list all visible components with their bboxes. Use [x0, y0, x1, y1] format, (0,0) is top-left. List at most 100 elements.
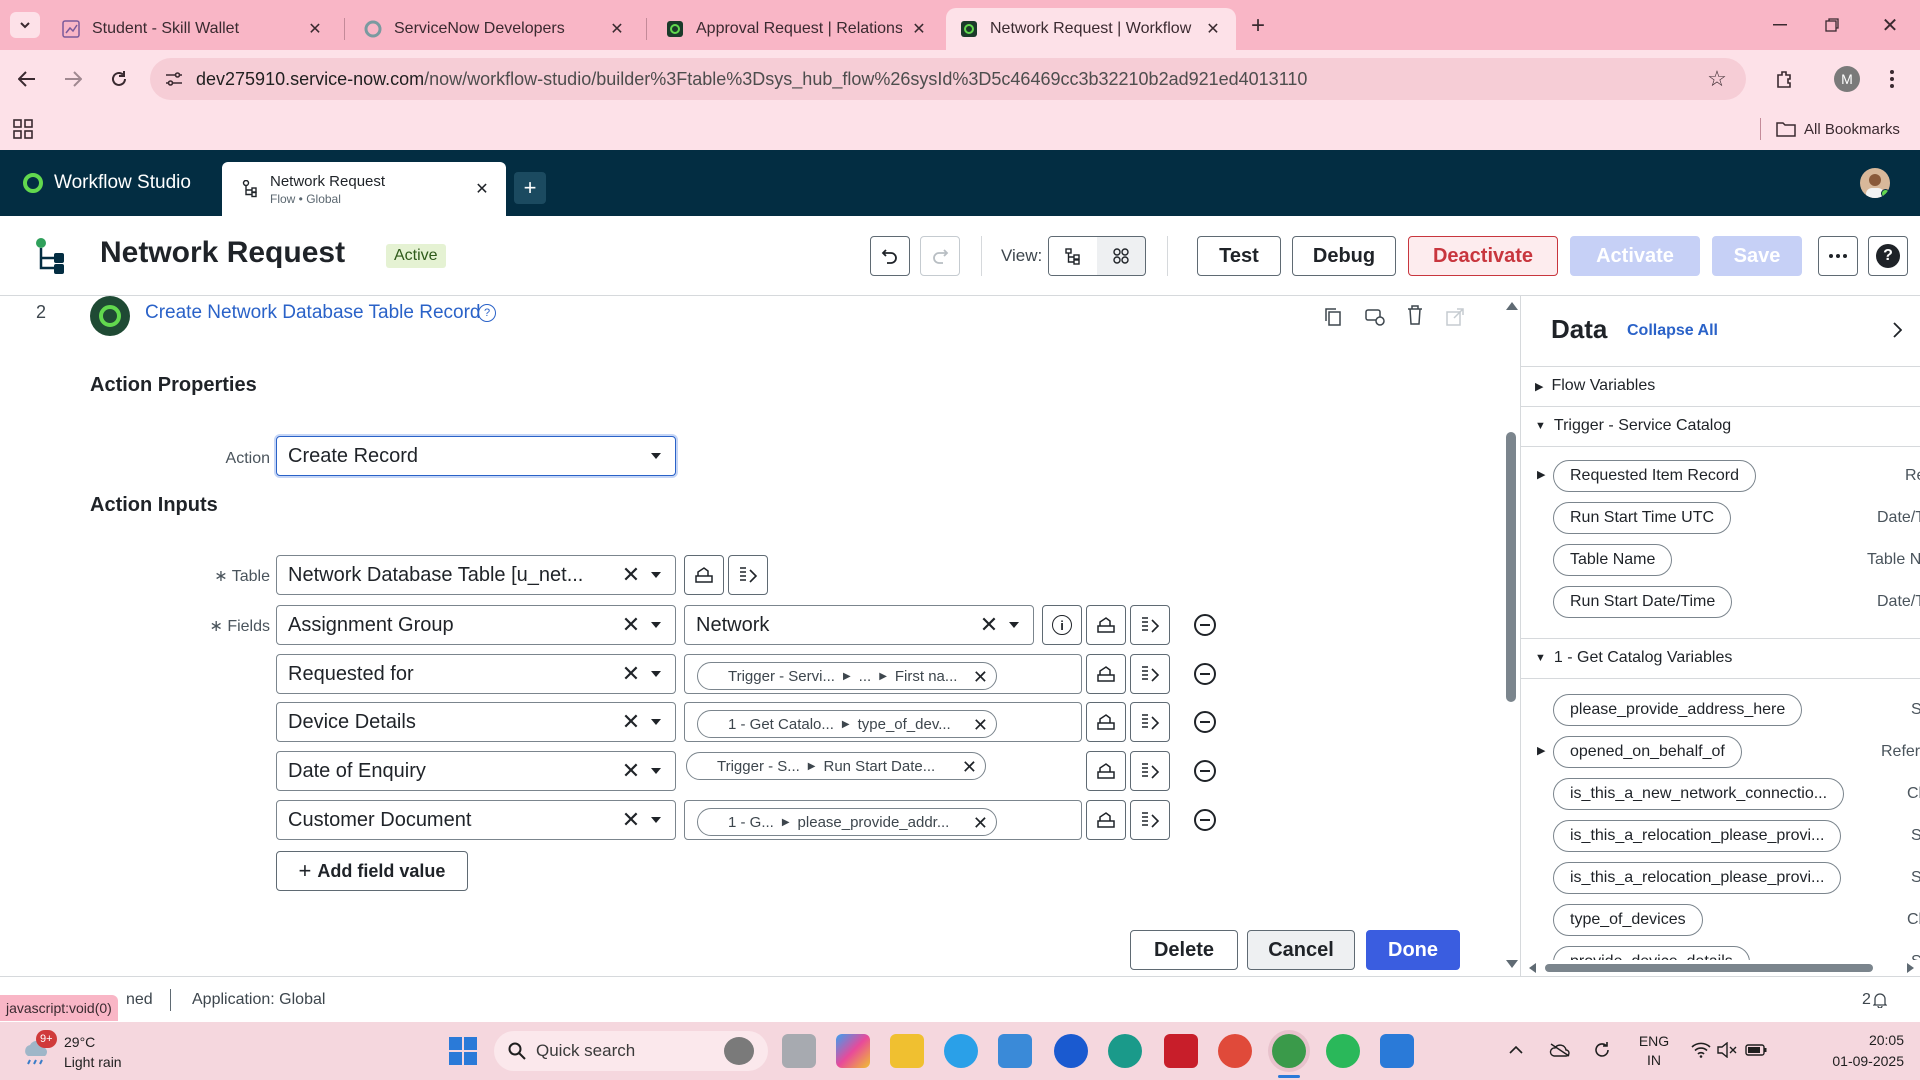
- apps-grid-icon[interactable]: [12, 118, 34, 140]
- save-button[interactable]: Save: [1712, 236, 1802, 276]
- caret-down-icon[interactable]: [645, 622, 667, 628]
- start-windows-icon[interactable]: [446, 1034, 480, 1068]
- remove-pill-icon[interactable]: ✕: [973, 813, 988, 834]
- forward-icon[interactable]: [58, 64, 88, 94]
- transform-button[interactable]: [1130, 751, 1170, 791]
- data-pill[interactable]: please_provide_address_here: [1553, 694, 1803, 726]
- scroll-up-arrow[interactable]: [1506, 302, 1518, 310]
- scrollbar-vertical[interactable]: [1502, 296, 1520, 976]
- help-button[interactable]: ?: [1868, 236, 1908, 276]
- close-icon[interactable]: ✕: [468, 179, 496, 199]
- data-pill[interactable]: Table Name: [1553, 544, 1673, 576]
- all-bookmarks-button[interactable]: All Bookmarks: [1776, 116, 1900, 142]
- step-title[interactable]: Create Network Database Table Record: [145, 302, 481, 324]
- close-icon[interactable]: ✕: [910, 20, 928, 38]
- file-explorer-icon[interactable]: [890, 1034, 924, 1068]
- star-icon[interactable]: ☆: [1706, 66, 1728, 91]
- delete-icon[interactable]: [1402, 302, 1428, 328]
- grid-view-icon[interactable]: [1097, 237, 1145, 275]
- browser-tab-skill-wallet[interactable]: Student - Skill Wallet ✕: [48, 8, 338, 50]
- collapse-all-link[interactable]: Collapse All: [1627, 322, 1718, 340]
- copy-icon[interactable]: [1320, 304, 1346, 330]
- data-pill[interactable]: Run Start Date/Time: [1553, 586, 1733, 618]
- flow-variables-section[interactable]: ▶ Flow Variables: [1535, 377, 1655, 395]
- scroll-right-arrow[interactable]: [1907, 963, 1914, 973]
- browser-tab-servicenow-developers[interactable]: ServiceNow Developers ✕: [350, 8, 640, 50]
- field-name-select[interactable]: Customer Document ✕: [276, 800, 676, 840]
- data-pill-picker-button[interactable]: [1086, 751, 1126, 791]
- data-pill[interactable]: 1 - Get Catalo... ▶ type_of_dev... ✕: [697, 710, 997, 738]
- caret-right-icon[interactable]: ▶: [1537, 468, 1545, 481]
- chrome-icon[interactable]: [1218, 1034, 1252, 1068]
- clear-icon[interactable]: ✕: [621, 612, 641, 638]
- delete-button[interactable]: Delete: [1130, 930, 1238, 970]
- trigger-section[interactable]: ▼ Trigger - Service Catalog: [1535, 417, 1731, 435]
- browser-tab-network-request[interactable]: Network Request | Workflow Stu ✕: [946, 8, 1236, 50]
- user-avatar[interactable]: [1860, 168, 1890, 198]
- clear-icon[interactable]: ✕: [979, 612, 999, 638]
- app-title[interactable]: Workflow Studio: [22, 150, 191, 216]
- close-icon[interactable]: ✕: [1204, 20, 1222, 38]
- caret-down-icon[interactable]: [645, 671, 667, 677]
- data-pill-picker-button[interactable]: [1086, 702, 1126, 742]
- address-bar[interactable]: dev275910.service-now.com/now/workflow-s…: [150, 58, 1746, 100]
- clear-icon[interactable]: ✕: [621, 709, 641, 735]
- hp-icon[interactable]: [1054, 1034, 1088, 1068]
- deactivate-button[interactable]: Deactivate: [1408, 236, 1558, 276]
- remove-field-button[interactable]: [1194, 614, 1216, 636]
- language-indicator[interactable]: ENG IN: [1634, 1032, 1674, 1070]
- mcafee-icon[interactable]: [1164, 1034, 1198, 1068]
- back-icon[interactable]: [12, 64, 42, 94]
- edge-icon[interactable]: [1108, 1034, 1142, 1068]
- clear-icon[interactable]: ✕: [621, 562, 641, 588]
- scrollbar-horizontal[interactable]: [1521, 960, 1920, 976]
- data-pill-picker-button[interactable]: [684, 555, 724, 595]
- field-name-select[interactable]: Assignment Group ✕: [276, 605, 676, 645]
- transform-button[interactable]: [1130, 800, 1170, 840]
- caret-down-icon[interactable]: [645, 817, 667, 823]
- remove-field-button[interactable]: [1194, 663, 1216, 685]
- info-icon[interactable]: ?: [478, 304, 496, 322]
- remove-field-button[interactable]: [1194, 760, 1216, 782]
- reload-icon[interactable]: [104, 64, 134, 94]
- transform-button[interactable]: [1130, 605, 1170, 645]
- clear-icon[interactable]: ✕: [621, 807, 641, 833]
- restore-icon[interactable]: [1812, 10, 1852, 40]
- onedrive-icon[interactable]: [1548, 1040, 1572, 1060]
- clock[interactable]: 20:05 01-09-2025: [1784, 1030, 1904, 1072]
- caret-down-icon[interactable]: [645, 768, 667, 774]
- studio-tab-network-request[interactable]: Network Request Flow • Global ✕: [222, 162, 506, 216]
- field-value-pill-input[interactable]: 1 - G... ▶ please_provide_addr... ✕: [684, 800, 1082, 840]
- copilot-icon[interactable]: [836, 1034, 870, 1068]
- close-icon[interactable]: ✕: [608, 20, 626, 38]
- chevron-up-icon[interactable]: [1506, 1040, 1526, 1060]
- chevron-right-icon[interactable]: [1887, 320, 1907, 340]
- browser-tab-approval-request[interactable]: Approval Request | Relationship ✕: [652, 8, 942, 50]
- caret-down-icon[interactable]: [645, 572, 667, 578]
- field-name-select[interactable]: Date of Enquiry ✕: [276, 751, 676, 791]
- annotation-icon[interactable]: [1362, 304, 1388, 330]
- profile-avatar[interactable]: M: [1834, 66, 1860, 92]
- new-tab-icon[interactable]: +: [1244, 12, 1272, 40]
- remove-pill-icon[interactable]: ✕: [973, 715, 988, 736]
- close-window-icon[interactable]: ✕: [1870, 10, 1910, 40]
- site-info-icon[interactable]: [164, 69, 184, 89]
- minimize-icon[interactable]: [1760, 10, 1800, 40]
- debug-button[interactable]: Debug: [1292, 236, 1396, 276]
- tab-search-icon[interactable]: [10, 12, 40, 38]
- close-icon[interactable]: ✕: [306, 20, 324, 38]
- scroll-left-arrow[interactable]: [1529, 963, 1536, 973]
- photos-icon[interactable]: [1380, 1034, 1414, 1068]
- catalog-variables-section[interactable]: ▼ 1 - Get Catalog Variables: [1535, 649, 1732, 667]
- add-field-value-button[interactable]: + Add field value: [276, 851, 468, 891]
- clear-icon[interactable]: ✕: [621, 758, 641, 784]
- open-external-icon[interactable]: [1442, 304, 1468, 330]
- data-pill[interactable]: Trigger - Servi... ▶... ▶ First na... ✕: [697, 662, 997, 690]
- volume-muted-icon[interactable]: [1716, 1040, 1738, 1060]
- whatsapp-icon[interactable]: [1326, 1034, 1360, 1068]
- data-pill[interactable]: is_this_a_new_network_connectio...: [1553, 778, 1845, 810]
- data-pill[interactable]: opened_on_behalf_of: [1553, 736, 1742, 768]
- weather-widget[interactable]: 9+ 29°C Light rain: [20, 1028, 170, 1074]
- wifi-icon[interactable]: [1690, 1040, 1712, 1060]
- add-tab-button[interactable]: +: [514, 172, 546, 204]
